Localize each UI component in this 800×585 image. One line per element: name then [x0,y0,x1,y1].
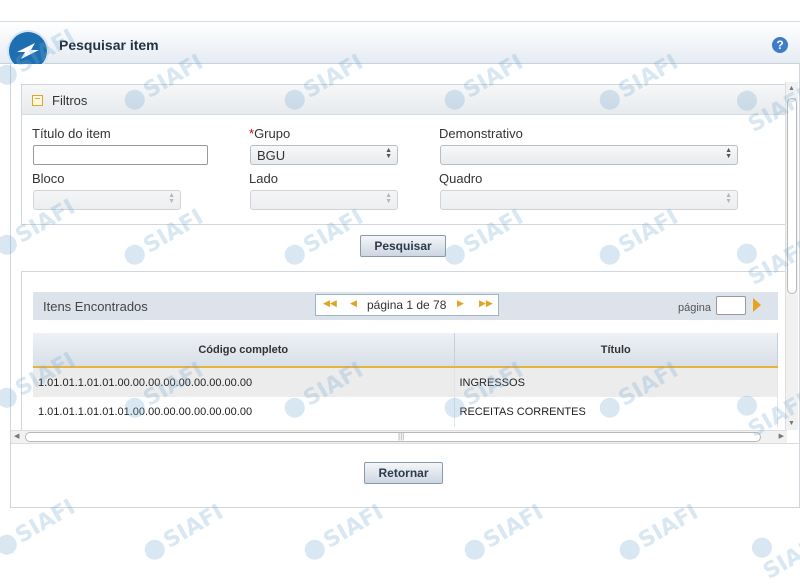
grip-icon: ||| [398,432,405,441]
lado-label: Lado [249,171,278,186]
scroll-left-icon[interactable]: ◀ [14,432,19,440]
updown-arrow-icon: ▲ ▼ [725,192,732,205]
content-area: − Filtros Título do item *Grupo BGU ▲ ▼ D… [10,64,800,508]
results-panel: Itens Encontrados ◀◀ ◀ página 1 de 78 ▶ … [21,271,787,430]
page-header: Pesquisar item ? [0,22,800,70]
watermark: SIAFI [460,500,548,565]
column-header-codigo[interactable]: Código completo [33,333,455,368]
watermark: SIAFI [300,500,388,565]
demonstrativo-label: Demonstrativo [439,126,523,141]
collapse-icon[interactable]: − [32,95,43,106]
grupo-select-value: BGU [257,148,286,163]
first-page-icon[interactable]: ◀◀ [323,298,337,309]
bloco-select: ▲ ▼ [33,190,181,210]
top-bar [0,0,800,22]
filter-panel-header[interactable]: − Filtros [22,85,786,115]
titulo-input[interactable] [33,145,208,165]
filter-panel-title: Filtros [52,93,88,108]
updown-arrow-icon: ▲ ▼ [168,192,175,205]
divider [11,443,799,444]
scroll-right-icon[interactable]: ▶ [779,432,784,440]
lado-select: ▲ ▼ [250,190,398,210]
horizontal-scroll-thumb[interactable]: ||| [25,432,761,442]
vertical-scrollbar[interactable]: ▲ ▼ [785,82,798,430]
next-page-icon[interactable]: ▶ [457,298,464,309]
pager: ◀◀ ◀ página 1 de 78 ▶ ▶▶ [315,294,499,316]
table-header-row: Código completo Título [33,333,778,368]
scroll-up-icon[interactable]: ▲ [788,85,795,92]
table-row[interactable]: 1.01.01.1.01.01.00.00.00.00.00.00.00.00.… [33,367,778,397]
results-table: Código completo Título 1.01.01.1.01.01.0… [33,333,778,427]
table-cell-codigo: 1.01.01.1.01.01.01.00.00.00.00.00.00.00.… [33,397,455,427]
quadro-select: ▲ ▼ [440,190,738,210]
titulo-label: Título do item [32,126,111,141]
quadro-label: Quadro [439,171,483,186]
table-cell-titulo: INGRESSOS [454,367,778,397]
retornar-button[interactable]: Retornar [364,462,443,484]
help-icon[interactable]: ? [772,37,788,53]
horizontal-scrollbar[interactable]: ◀ ||| ▶ [11,430,787,443]
demonstrativo-select[interactable]: ▲ ▼ [440,145,738,165]
watermark: SIAFI [615,500,703,565]
updown-arrow-icon: ▲ ▼ [385,147,392,160]
watermark: SIAFI [140,500,228,565]
grupo-select[interactable]: BGU ▲ ▼ [250,145,398,165]
go-page-icon[interactable] [753,298,761,312]
results-title: Itens Encontrados [43,299,148,314]
scroll-area: − Filtros Título do item *Grupo BGU ▲ ▼ D… [11,82,787,430]
scroll-down-icon[interactable]: ▼ [788,420,795,427]
results-header: Itens Encontrados ◀◀ ◀ página 1 de 78 ▶ … [33,292,778,320]
bloco-label: Bloco [32,171,65,186]
updown-arrow-icon: ▲ ▼ [725,147,732,160]
filter-panel: − Filtros Título do item *Grupo BGU ▲ ▼ D… [21,84,787,225]
table-cell-titulo: RECEITAS CORRENTES [454,397,778,427]
table-cell-codigo: 1.01.01.1.01.01.00.00.00.00.00.00.00.00.… [33,367,455,397]
pager-text: página 1 de 78 [367,298,447,312]
vertical-scroll-thumb[interactable] [787,98,797,294]
grupo-label: *Grupo [249,126,290,141]
last-page-icon[interactable]: ▶▶ [479,298,493,309]
updown-arrow-icon: ▲ ▼ [385,192,392,205]
page-label: página [678,302,712,314]
page-number-input[interactable] [716,296,746,315]
prev-page-icon[interactable]: ◀ [350,298,357,309]
table-row[interactable]: 1.01.01.1.01.01.01.00.00.00.00.00.00.00.… [33,397,778,427]
page-title: Pesquisar item [59,37,159,53]
column-header-titulo[interactable]: Título [454,333,778,368]
grupo-label-text: Grupo [254,126,291,141]
pesquisar-button[interactable]: Pesquisar [360,235,446,257]
watermark: SIAFI [747,509,800,585]
